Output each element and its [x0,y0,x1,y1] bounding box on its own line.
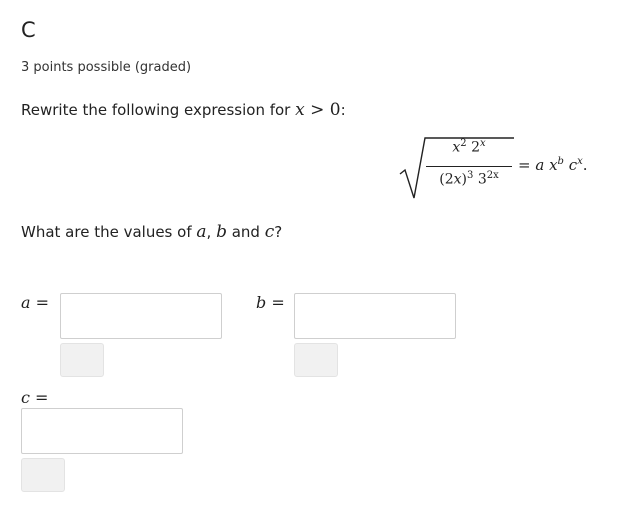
prompt-condition: > 0 [304,100,341,120]
points-label: 3 points possible (graded) [21,60,192,75]
answer-c-status [21,458,65,492]
problem-prompt: Rewrite the following expression for x >… [21,100,346,120]
answer-b-input[interactable] [294,293,456,339]
prompt-text: Rewrite the following expression for [21,101,296,119]
fraction-bar [426,166,512,167]
equation-rhs: = a xb cx. [518,156,588,174]
question-text: What are the values of a, b and c? [21,222,283,242]
field-c-label: c = [21,388,49,407]
displayed-equation: x2 2x (2x)3 32x = a xb cx. [398,136,612,200]
problem-title: C [21,18,36,42]
prompt-colon: : [340,101,346,119]
denominator: (2x)3 32x [439,170,499,188]
answer-b-status [294,343,338,377]
answer-a-input[interactable] [60,293,222,339]
field-b-label: b = [256,293,285,312]
numerator: x2 2x [452,138,486,156]
answer-c-input[interactable] [21,408,183,454]
prompt-var: x [295,100,305,120]
field-a-label: a = [21,293,50,312]
answer-a-status [60,343,104,377]
